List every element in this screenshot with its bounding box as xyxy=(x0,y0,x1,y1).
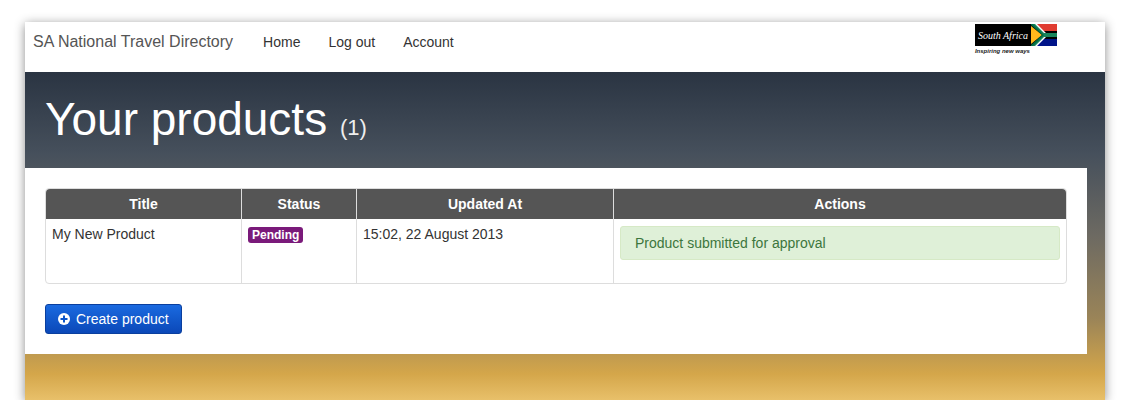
nav-link[interactable]: Account xyxy=(403,34,454,50)
success-alert: Product submitted for approval xyxy=(620,226,1060,260)
create-product-button[interactable]: Create product xyxy=(45,304,182,334)
column-header: Updated At xyxy=(356,189,613,219)
column-header: Actions xyxy=(613,189,1066,219)
flag-icon xyxy=(1031,24,1057,46)
status-badge: Pending xyxy=(248,227,303,243)
column-header: Title xyxy=(46,189,241,219)
table-row: My New Product Pending 15:02, 22 August 20… xyxy=(46,219,1066,283)
actions-cell: Product submitted for approval xyxy=(613,219,1066,283)
nav-link[interactable]: Home xyxy=(263,34,300,50)
status-cell: Pending xyxy=(241,219,356,283)
plus-circle-icon xyxy=(58,313,70,325)
brand-link[interactable]: SA National Travel Directory xyxy=(33,33,233,51)
page-title: Your products (1) xyxy=(25,72,1105,168)
column-header: Status xyxy=(241,189,356,219)
logo-box: South Africa xyxy=(975,24,1057,46)
updated-cell: 15:02, 22 August 2013 xyxy=(356,219,613,283)
product-count: (1) xyxy=(340,115,367,140)
content-panel: TitleStatusUpdated AtActionsMy New Produ… xyxy=(25,168,1087,354)
browser-frame: SA National Travel Directory Home Log out… xyxy=(25,22,1105,400)
table-header: TitleStatusUpdated AtActions xyxy=(46,189,1066,219)
logo-tagline: Inspiring new ways xyxy=(975,48,1030,54)
hero-background: Your products (1) TitleStatusUpdated AtA… xyxy=(25,72,1105,400)
navbar: SA National Travel Directory Home Log out… xyxy=(25,22,1105,72)
products-table: TitleStatusUpdated AtActionsMy New Produ… xyxy=(45,188,1067,284)
nav-link[interactable]: Log out xyxy=(328,34,375,50)
logo-title: South Africa xyxy=(975,30,1031,41)
title-cell: My New Product xyxy=(46,219,241,283)
logo[interactable]: South Africa Inspiring new ways xyxy=(975,22,1057,54)
